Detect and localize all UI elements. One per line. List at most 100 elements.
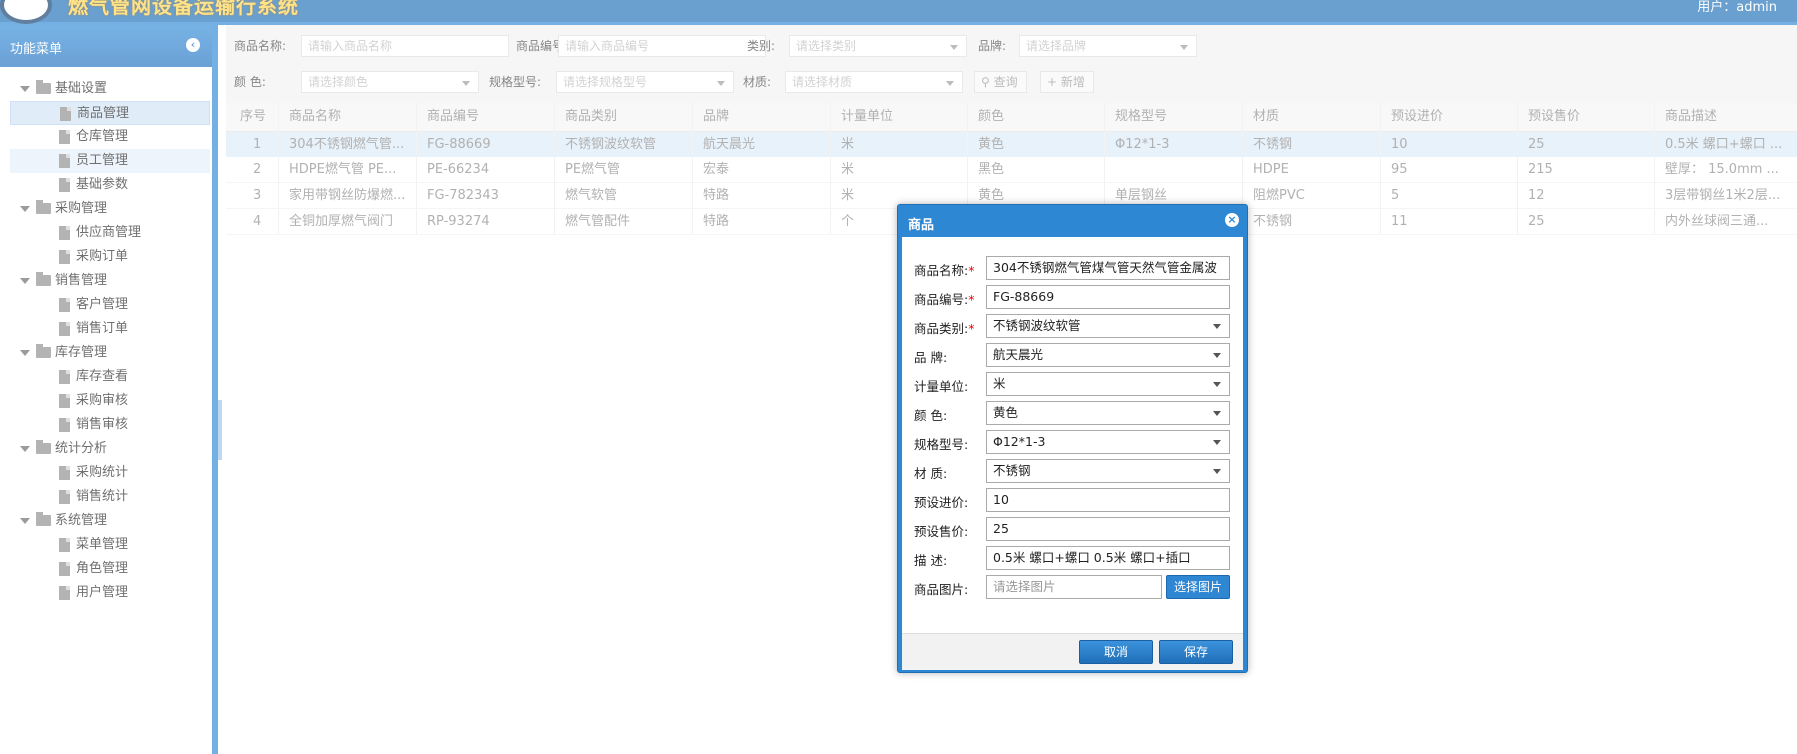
filter-color-label: 颜 色:	[234, 75, 266, 89]
form-row-category: 商品类别:* 不锈钢波纹软管	[902, 314, 1243, 338]
menu-group-purchase[interactable]: 采购管理	[0, 197, 212, 221]
column-header[interactable]: 商品名称	[279, 103, 417, 131]
menu-item-users[interactable]: 用户管理	[10, 581, 210, 605]
filter-category-select[interactable]: 请选择类别	[789, 35, 967, 57]
add-button[interactable]: + 新增	[1040, 71, 1094, 93]
filter-brand-select[interactable]: 请选择品牌	[1019, 35, 1197, 57]
grid-header: 序号 商品名称 商品编号 商品类别 品牌 计量单位 颜色 规格型号 材质 预设进…	[226, 103, 1797, 132]
cell-category: PE燃气管	[555, 157, 693, 182]
column-header[interactable]: 预设售价	[1518, 103, 1655, 131]
menu-group-inventory[interactable]: 库存管理	[0, 341, 212, 365]
expand-arrow-icon[interactable]	[20, 518, 30, 524]
cost-price-input[interactable]: 10	[986, 488, 1230, 512]
expand-arrow-icon[interactable]	[20, 350, 30, 356]
cell-index: 3	[226, 183, 279, 208]
save-button[interactable]: 保存	[1159, 640, 1233, 664]
cell-brand: 特路	[693, 183, 831, 208]
filter-material-select[interactable]: 请选择材质	[785, 71, 963, 93]
menu-item-sales-review[interactable]: 销售审核	[10, 413, 210, 437]
menu-group-statistics[interactable]: 统计分析	[0, 437, 212, 461]
form-row-color: 颜 色: 黄色	[902, 401, 1243, 425]
column-header[interactable]: 材质	[1243, 103, 1381, 131]
field-label: 预设售价:	[914, 524, 969, 539]
menu-item-employees[interactable]: 员工管理	[10, 149, 210, 173]
menu-item-sales-stats[interactable]: 销售统计	[10, 485, 210, 509]
column-header[interactable]: 规格型号	[1105, 103, 1243, 131]
filter-name-input[interactable]: 请输入商品名称	[301, 35, 509, 57]
sidebar-splitter[interactable]	[218, 400, 222, 460]
menu-item-suppliers[interactable]: 供应商管理	[10, 221, 210, 245]
table-row[interactable]: 2 HDPE燃气管 PE... PE-66234 PE燃气管 宏泰 米 黑色 H…	[226, 157, 1797, 183]
form-row-image: 商品图片: 请选择图片 选择图片	[902, 575, 1243, 599]
filter-color-select[interactable]: 请选择颜色	[301, 71, 479, 93]
filter-spec-select[interactable]: 请选择规格型号	[556, 71, 734, 93]
image-input[interactable]: 请选择图片	[986, 575, 1162, 599]
unit-select[interactable]: 米	[986, 372, 1230, 396]
menu-item-label: 商品管理	[77, 106, 130, 121]
file-icon	[59, 538, 70, 552]
expand-arrow-icon[interactable]	[20, 278, 30, 284]
folder-icon	[36, 200, 51, 214]
menu-group-system[interactable]: 系统管理	[0, 509, 212, 533]
column-header[interactable]: 品牌	[693, 103, 831, 131]
menu-group-sales[interactable]: 销售管理	[0, 269, 212, 293]
menu-item-stock-view[interactable]: 库存查看	[10, 365, 210, 389]
table-row[interactable]: 1 304不锈钢燃气管... FG-88669 不锈钢波纹软管 航天晨光 米 黄…	[226, 132, 1797, 157]
column-header[interactable]: 商品类别	[555, 103, 693, 131]
name-input[interactable]: 304不锈钢燃气管煤气管天然气管金属波	[986, 256, 1230, 280]
expand-arrow-icon[interactable]	[20, 206, 30, 212]
menu-group-label: 销售管理	[55, 273, 108, 288]
menu-item-sales-orders[interactable]: 销售订单	[10, 317, 210, 341]
menu-group-basic[interactable]: 基础设置	[0, 77, 212, 101]
cell-name: 304不锈钢燃气管...	[279, 132, 417, 157]
material-select[interactable]: 不锈钢	[986, 459, 1230, 483]
filter-spec-label: 规格型号:	[489, 75, 542, 89]
menu-item-purchase-review[interactable]: 采购审核	[10, 389, 210, 413]
placeholder: 请选择颜色	[308, 75, 369, 89]
sale-price-input[interactable]: 25	[986, 517, 1230, 541]
menu-item-menus[interactable]: 菜单管理	[10, 533, 210, 557]
chevron-down-icon	[717, 81, 725, 86]
code-input[interactable]: FG-88669	[986, 285, 1230, 309]
filter-code-input[interactable]: 请输入商品编号	[558, 35, 766, 57]
cell-unit: 米	[831, 157, 968, 182]
collapse-sidebar-icon[interactable]: ‹	[186, 38, 200, 52]
field-label: 商品编号:*	[914, 289, 974, 308]
column-header[interactable]: 计量单位	[831, 103, 968, 131]
cell-color: 黑色	[968, 157, 1105, 182]
spec-select[interactable]: Φ12*1-3	[986, 430, 1230, 454]
sidebar-title: 功能菜单	[10, 42, 63, 57]
column-header[interactable]: 预设进价	[1381, 103, 1518, 131]
category-select[interactable]: 不锈钢波纹软管	[986, 314, 1230, 338]
menu-item-basic-params[interactable]: 基础参数	[10, 173, 210, 197]
cell-cost: 95	[1381, 157, 1518, 182]
color-select[interactable]: 黄色	[986, 401, 1230, 425]
cell-cost: 5	[1381, 183, 1518, 208]
search-button[interactable]: ⚲ 查询	[974, 71, 1027, 93]
menu-item-roles[interactable]: 角色管理	[10, 557, 210, 581]
column-header[interactable]: 商品编号	[417, 103, 555, 131]
expand-arrow-icon[interactable]	[20, 446, 30, 452]
menu-item-products[interactable]: 商品管理	[10, 101, 210, 125]
description-input[interactable]: 0.5米 螺口+螺口 0.5米 螺口+插口	[986, 546, 1230, 570]
column-header[interactable]: 序号	[226, 103, 279, 131]
chevron-down-icon	[1180, 45, 1188, 50]
cell-code: PE-66234	[417, 157, 555, 182]
choose-image-button[interactable]: 选择图片	[1166, 575, 1230, 599]
column-header[interactable]: 商品描述	[1655, 103, 1797, 131]
file-icon	[59, 298, 70, 312]
cell-desc: 0.5米 螺口+螺口 ...	[1665, 137, 1783, 152]
file-icon	[59, 130, 70, 144]
menu-item-label: 基础参数	[76, 177, 129, 192]
cancel-button[interactable]: 取消	[1079, 640, 1153, 664]
file-icon	[59, 394, 70, 408]
close-icon[interactable]: ×	[1225, 213, 1239, 227]
expand-arrow-icon[interactable]	[20, 86, 30, 92]
column-header[interactable]: 颜色	[968, 103, 1105, 131]
brand-select[interactable]: 航天晨光	[986, 343, 1230, 367]
menu-item-purchase-stats[interactable]: 采购统计	[10, 461, 210, 485]
menu-item-purchase-orders[interactable]: 采购订单	[10, 245, 210, 269]
menu-item-warehouse[interactable]: 仓库管理	[10, 125, 210, 149]
menu-item-customers[interactable]: 客户管理	[10, 293, 210, 317]
cell-brand: 宏泰	[693, 157, 831, 182]
